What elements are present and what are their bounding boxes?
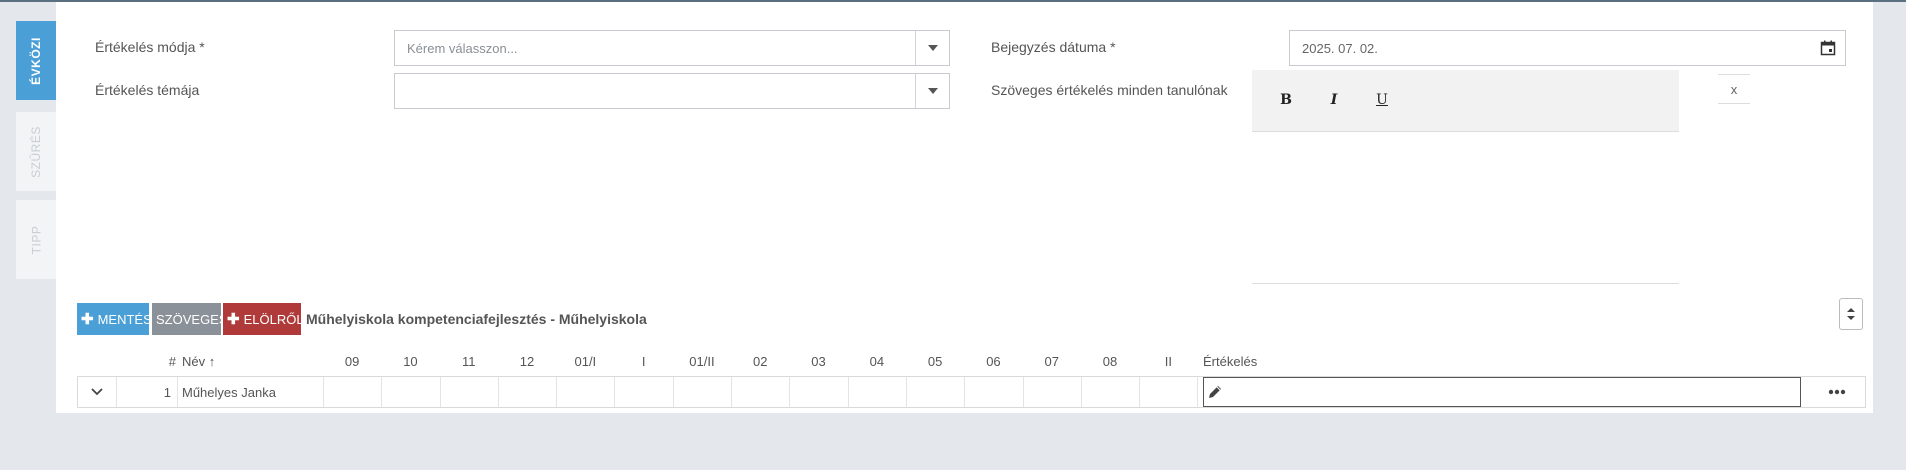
szoveges-ertekeles-label: Szöveges értékelés minden tanulónak	[991, 82, 1228, 98]
grade-cell[interactable]	[1140, 377, 1199, 407]
calendar-icon[interactable]	[1811, 31, 1845, 65]
sort-up-icon: ↑	[208, 354, 216, 369]
header-month: 11	[461, 354, 476, 369]
underline-button[interactable]: U	[1372, 92, 1392, 112]
elolrol-label: ELÖLRŐL	[243, 311, 304, 327]
bejegyzes-datuma-input[interactable]: 2025. 07. 02.	[1289, 30, 1846, 66]
szoveges-ertekeles-editor[interactable]	[1252, 132, 1679, 284]
header-index: #	[168, 354, 176, 369]
mentes-label: MENTÉS	[97, 311, 152, 327]
grade-cell[interactable]	[907, 377, 966, 407]
grade-cell[interactable]	[732, 377, 791, 407]
ertekeles-modja-select[interactable]: Kérem válasszon...	[394, 30, 950, 66]
tab-szures[interactable]: SZŰRÉS	[16, 112, 56, 191]
header-month: 04	[869, 354, 885, 369]
row-name: Műhelyes Janka	[178, 377, 324, 407]
header-month: 10	[403, 354, 418, 369]
clear-button[interactable]: x	[1718, 74, 1750, 104]
tab-tipp[interactable]: TIPP	[16, 200, 56, 279]
tab-evkozi[interactable]: ÉVKÖZI	[16, 21, 56, 100]
ertekeles-modja-label: Értékelés módja *	[95, 39, 205, 55]
row-index: 1	[117, 377, 178, 407]
ertekeles-temaja-select[interactable]	[394, 73, 950, 109]
header-month: 08	[1102, 354, 1118, 369]
expand-toggle[interactable]	[78, 377, 117, 407]
grade-cell[interactable]	[616, 377, 674, 407]
grade-cell[interactable]	[790, 377, 849, 407]
grade-cell[interactable]	[965, 377, 1024, 407]
mentes-button[interactable]: ✚ MENTÉS	[77, 303, 152, 335]
editor-toolbar: B I U	[1252, 70, 1679, 132]
bold-button[interactable]: B	[1276, 92, 1296, 112]
szoveges-label: SZÖVEGES	[156, 311, 228, 327]
header-evaluation: Értékelés	[1203, 354, 1258, 369]
chevron-down-icon[interactable]	[915, 31, 949, 65]
grade-cell[interactable]	[557, 377, 616, 407]
grade-cell[interactable]	[382, 377, 441, 407]
grade-cell[interactable]	[849, 377, 907, 407]
header-month: 09	[344, 354, 360, 369]
header-name-label: Név	[182, 354, 206, 369]
ertekeles-temaja-label: Értékelés témája	[95, 82, 200, 98]
grade-cell[interactable]	[499, 377, 558, 407]
italic-button[interactable]: I	[1324, 92, 1344, 112]
evaluation-input[interactable]	[1203, 377, 1801, 407]
more-options-icon[interactable]	[1820, 384, 1854, 400]
grade-cell[interactable]	[674, 377, 733, 407]
header-name[interactable]: Név ↑	[182, 354, 242, 369]
plus-icon: ✚	[81, 311, 94, 328]
header-month: 02	[753, 354, 768, 369]
chevron-down-icon[interactable]	[90, 387, 104, 397]
course-title: Műhelyiskola kompetenciafejlesztés - Műh…	[306, 311, 647, 327]
header-month: II	[1164, 354, 1172, 369]
header-month: 03	[811, 354, 826, 369]
header-month: 05	[927, 354, 943, 369]
szoveges-button[interactable]: SZÖVEGES	[152, 303, 228, 335]
bejegyzes-datuma-value: 2025. 07. 02.	[1302, 40, 1378, 56]
chevron-down-icon[interactable]	[915, 74, 949, 108]
grade-cell[interactable]	[441, 377, 499, 407]
ertekeles-modja-placeholder: Kérem válasszon...	[407, 40, 518, 56]
grade-cell[interactable]	[1024, 377, 1082, 407]
header-month: 01/II	[689, 354, 715, 369]
elolrol-button[interactable]: ✚ ELÖLRŐL	[223, 303, 304, 335]
sort-arrows-icon[interactable]	[1839, 298, 1863, 330]
grade-cell[interactable]	[324, 377, 383, 407]
header-month: 01/I	[574, 354, 597, 369]
header-month: 07	[1044, 354, 1059, 369]
bejegyzes-datuma-label: Bejegyzés dátuma *	[991, 39, 1116, 55]
pencil-icon	[1209, 386, 1221, 398]
header-month: I	[641, 354, 646, 369]
grade-cell[interactable]	[1082, 377, 1141, 407]
header-month: 12	[519, 354, 535, 369]
plus-icon: ✚	[227, 311, 240, 328]
header-month: 06	[986, 354, 1001, 369]
